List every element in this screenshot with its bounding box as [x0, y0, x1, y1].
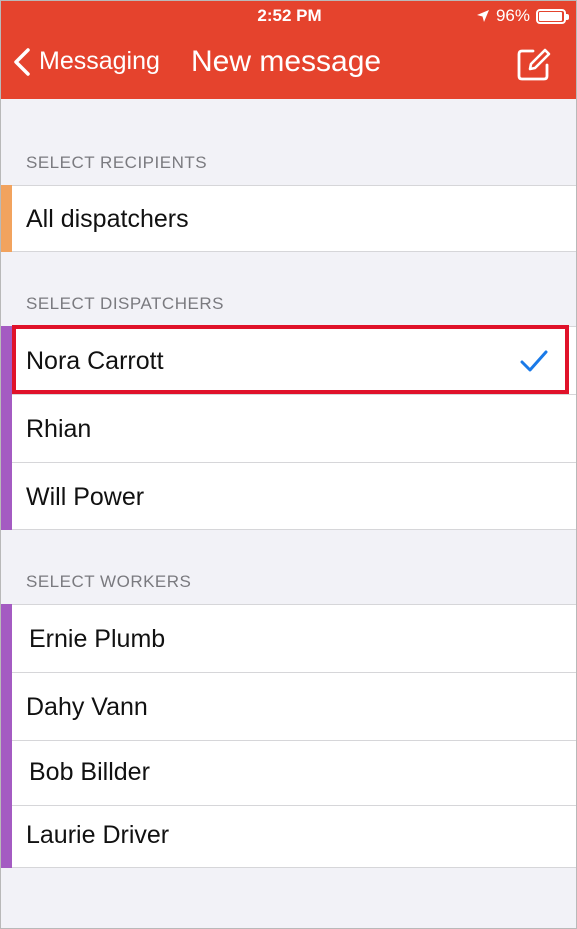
dispatcher-row-will-power[interactable]: Will Power	[1, 462, 576, 530]
status-bar: 2:52 PM 96%	[1, 1, 576, 31]
row-label: Laurie Driver	[26, 821, 170, 849]
dispatcher-row-nora-carrott[interactable]: Nora Carrott	[1, 326, 576, 395]
color-bar	[1, 462, 12, 530]
row-label: All dispatchers	[26, 205, 189, 233]
row-label: Nora Carrott	[26, 347, 164, 375]
section-label-workers: SELECT WORKERS	[26, 572, 192, 591]
compose-icon[interactable]	[517, 47, 551, 81]
battery-icon	[536, 8, 569, 24]
row-label: Rhian	[26, 415, 92, 443]
section-label-recipients: SELECT RECIPIENTS	[26, 153, 208, 172]
recipient-row-all-dispatchers[interactable]: All dispatchers	[1, 185, 576, 252]
color-bar	[1, 394, 12, 463]
color-bar	[1, 326, 12, 395]
worker-row-laurie-driver[interactable]: Laurie Driver	[1, 805, 576, 868]
worker-row-dahy-vann[interactable]: Dahy Vann	[1, 672, 576, 741]
location-arrow-icon	[476, 10, 489, 22]
back-label: Messaging	[39, 47, 160, 75]
back-button[interactable]: Messaging	[13, 47, 160, 76]
chevron-left-icon	[14, 47, 30, 76]
worker-row-ernie-plumb[interactable]: Ernie Plumb	[1, 604, 576, 673]
color-bar	[1, 604, 12, 673]
row-label: Dahy Vann	[26, 693, 148, 721]
row-label: Bob Billder	[29, 758, 150, 786]
worker-row-bob-billder[interactable]: Bob Billder	[1, 740, 576, 806]
color-bar	[1, 740, 12, 806]
section-label-dispatchers: SELECT DISPATCHERS	[26, 294, 224, 313]
nav-header: 2:52 PM 96% Messaging New message	[1, 1, 576, 99]
battery-percent: 96%	[495, 6, 530, 25]
row-label: Will Power	[26, 483, 145, 511]
app-screen: 2:52 PM 96% Messaging New message SELECT…	[0, 0, 577, 929]
status-indicators: 96%	[476, 6, 569, 26]
row-label: Ernie Plumb	[29, 625, 166, 653]
dispatcher-row-rhian[interactable]: Rhian	[1, 394, 576, 463]
page-title: New message	[191, 45, 382, 78]
battery-level	[539, 11, 563, 21]
color-bar	[1, 672, 12, 741]
color-bar	[1, 185, 12, 252]
color-bar	[1, 805, 12, 868]
checkmark-icon	[520, 350, 548, 372]
